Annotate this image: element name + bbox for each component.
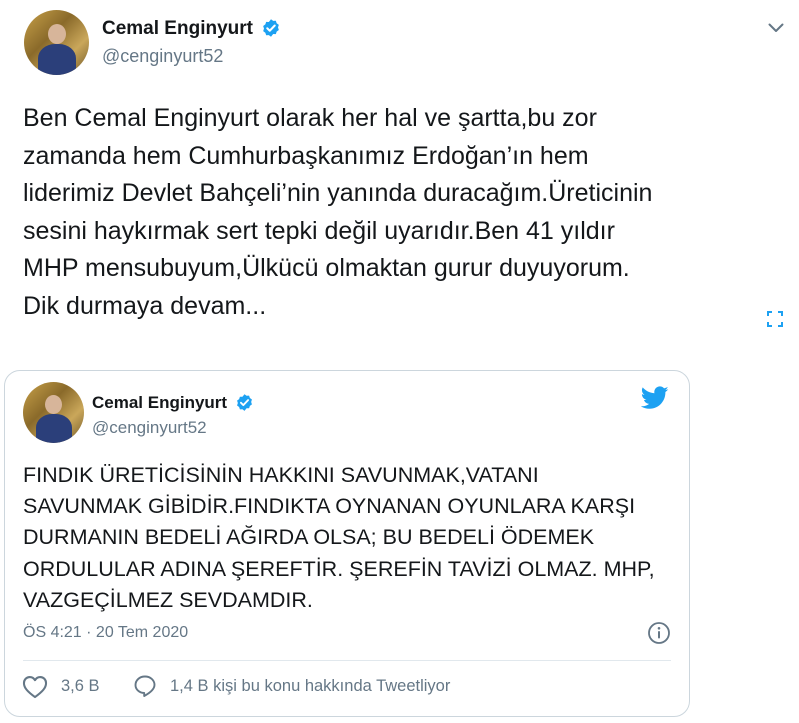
author-name-row: Cemal Enginyurt xyxy=(102,18,281,44)
tweet-timestamp[interactable]: ÖS 4:21 · 20 Tem 2020 xyxy=(23,624,188,642)
author-name[interactable]: Cemal Enginyurt xyxy=(102,18,253,39)
quoted-author-name[interactable]: Cemal Enginyurt xyxy=(92,393,227,412)
author-avatar[interactable] xyxy=(24,10,89,75)
quoted-tweet-text-line: ORDULULAR ADINA ŞEREFTİR. ŞEREFİN TAVİZİ… xyxy=(23,556,655,581)
author-handle[interactable]: @cenginyurt52 xyxy=(102,46,223,67)
quoted-tweet-text: FINDIK ÜRETİCİSİNİN HAKKINI SAVUNMAK,VAT… xyxy=(23,460,655,616)
tweet-text-line: MHP mensubuyum,Ülkücü olmaktan gurur duy… xyxy=(23,254,630,282)
tweet-text: Ben Cemal Enginyurt olarak her hal ve şa… xyxy=(23,100,652,325)
quoted-author-name-row: Cemal Enginyurt xyxy=(92,393,254,413)
quoted-tweet-text-line: FINDIK ÜRETİCİSİNİN HAKKINI SAVUNMAK,VAT… xyxy=(23,463,539,487)
verified-badge-icon xyxy=(263,19,280,38)
tweet-text-line: liderimiz Devlet Bahçeli’nin yanında dur… xyxy=(23,179,653,207)
quoted-tweet-text-line: VAZGEÇİLMEZ SEVDAMDIR. xyxy=(23,587,313,612)
speech-bubble-icon[interactable] xyxy=(133,674,157,698)
tweet-text-line: Ben Cemal Enginyurt olarak her hal ve şa… xyxy=(23,104,597,132)
tweet-text-line: zamanda hem Cumhurbaşkanımız Erdoğan’ın … xyxy=(23,141,589,170)
chevron-down-icon[interactable] xyxy=(768,22,784,34)
heart-icon[interactable] xyxy=(22,675,48,699)
quoted-tweet-card[interactable]: Cemal Enginyurt @cenginyurt52 FINDIK ÜRE… xyxy=(4,370,690,717)
info-icon[interactable] xyxy=(647,621,671,645)
quoted-tweet-text-line: DURMANIN BEDELİ AĞIRDA OLSA; BU BEDELİ Ö… xyxy=(23,525,595,550)
like-count[interactable]: 3,6 B xyxy=(61,677,100,696)
discussion-link[interactable]: 1,4 B kişi bu konu hakkında Tweetliyor xyxy=(170,677,450,696)
twitter-bird-icon[interactable] xyxy=(641,386,669,410)
card-divider xyxy=(23,660,671,661)
quoted-tweet-text-line: SAVUNMAK GİBİDİR.FINDIKTA OYNANAN OYUNLA… xyxy=(23,494,636,519)
verified-badge-icon xyxy=(236,393,252,411)
tweet-text-line: Dik durmaya devam... xyxy=(23,291,267,320)
expand-icon[interactable] xyxy=(767,311,783,327)
quoted-author-avatar[interactable] xyxy=(23,382,84,443)
quoted-author-handle[interactable]: @cenginyurt52 xyxy=(92,418,207,438)
tweet-text-line: sesini haykırmak sert tepki değil uyarıd… xyxy=(23,216,615,245)
